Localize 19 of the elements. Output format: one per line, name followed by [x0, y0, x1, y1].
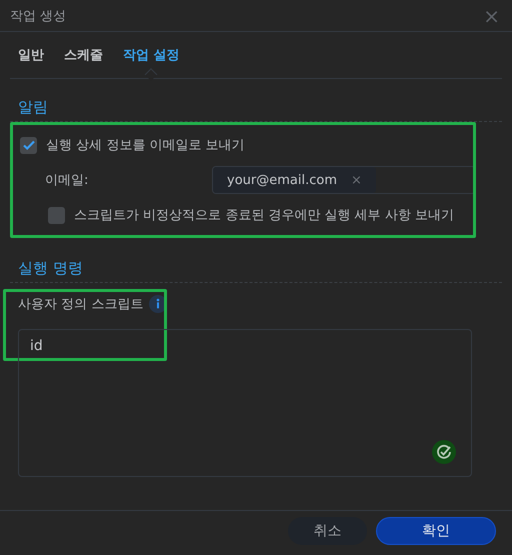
tab[interactable]: 작업 설정 — [123, 46, 180, 64]
checkbox[interactable] — [48, 206, 65, 224]
checkbox-label: 스크립트가 비정상적으로 종료된 경우에만 실행 세부 사항 보내기 — [74, 207, 454, 224]
check-circle-icon — [432, 440, 456, 464]
email-address: your@email.com — [227, 172, 337, 188]
cancel-button[interactable]: 취소 — [288, 517, 367, 545]
checkbox-label: 실행 상세 정보를 이메일로 보내기 — [46, 137, 245, 154]
field-label: 이메일: — [45, 172, 90, 189]
script-editor[interactable]: id — [18, 329, 472, 477]
checkbox[interactable] — [20, 136, 37, 154]
script-text: id — [30, 338, 43, 354]
section-heading: 실행 명령 — [18, 259, 83, 278]
window-title: 작업 생성 — [10, 8, 66, 24]
field-label: 사용자 정의 스크립트 — [18, 296, 144, 313]
tab[interactable]: 일반 — [18, 46, 44, 64]
confirm-button[interactable]: 확인 — [376, 517, 496, 545]
email-field[interactable]: your@email.com × — [212, 166, 476, 194]
section-heading: 알림 — [18, 98, 48, 117]
tab[interactable]: 스케줄 — [64, 46, 103, 64]
